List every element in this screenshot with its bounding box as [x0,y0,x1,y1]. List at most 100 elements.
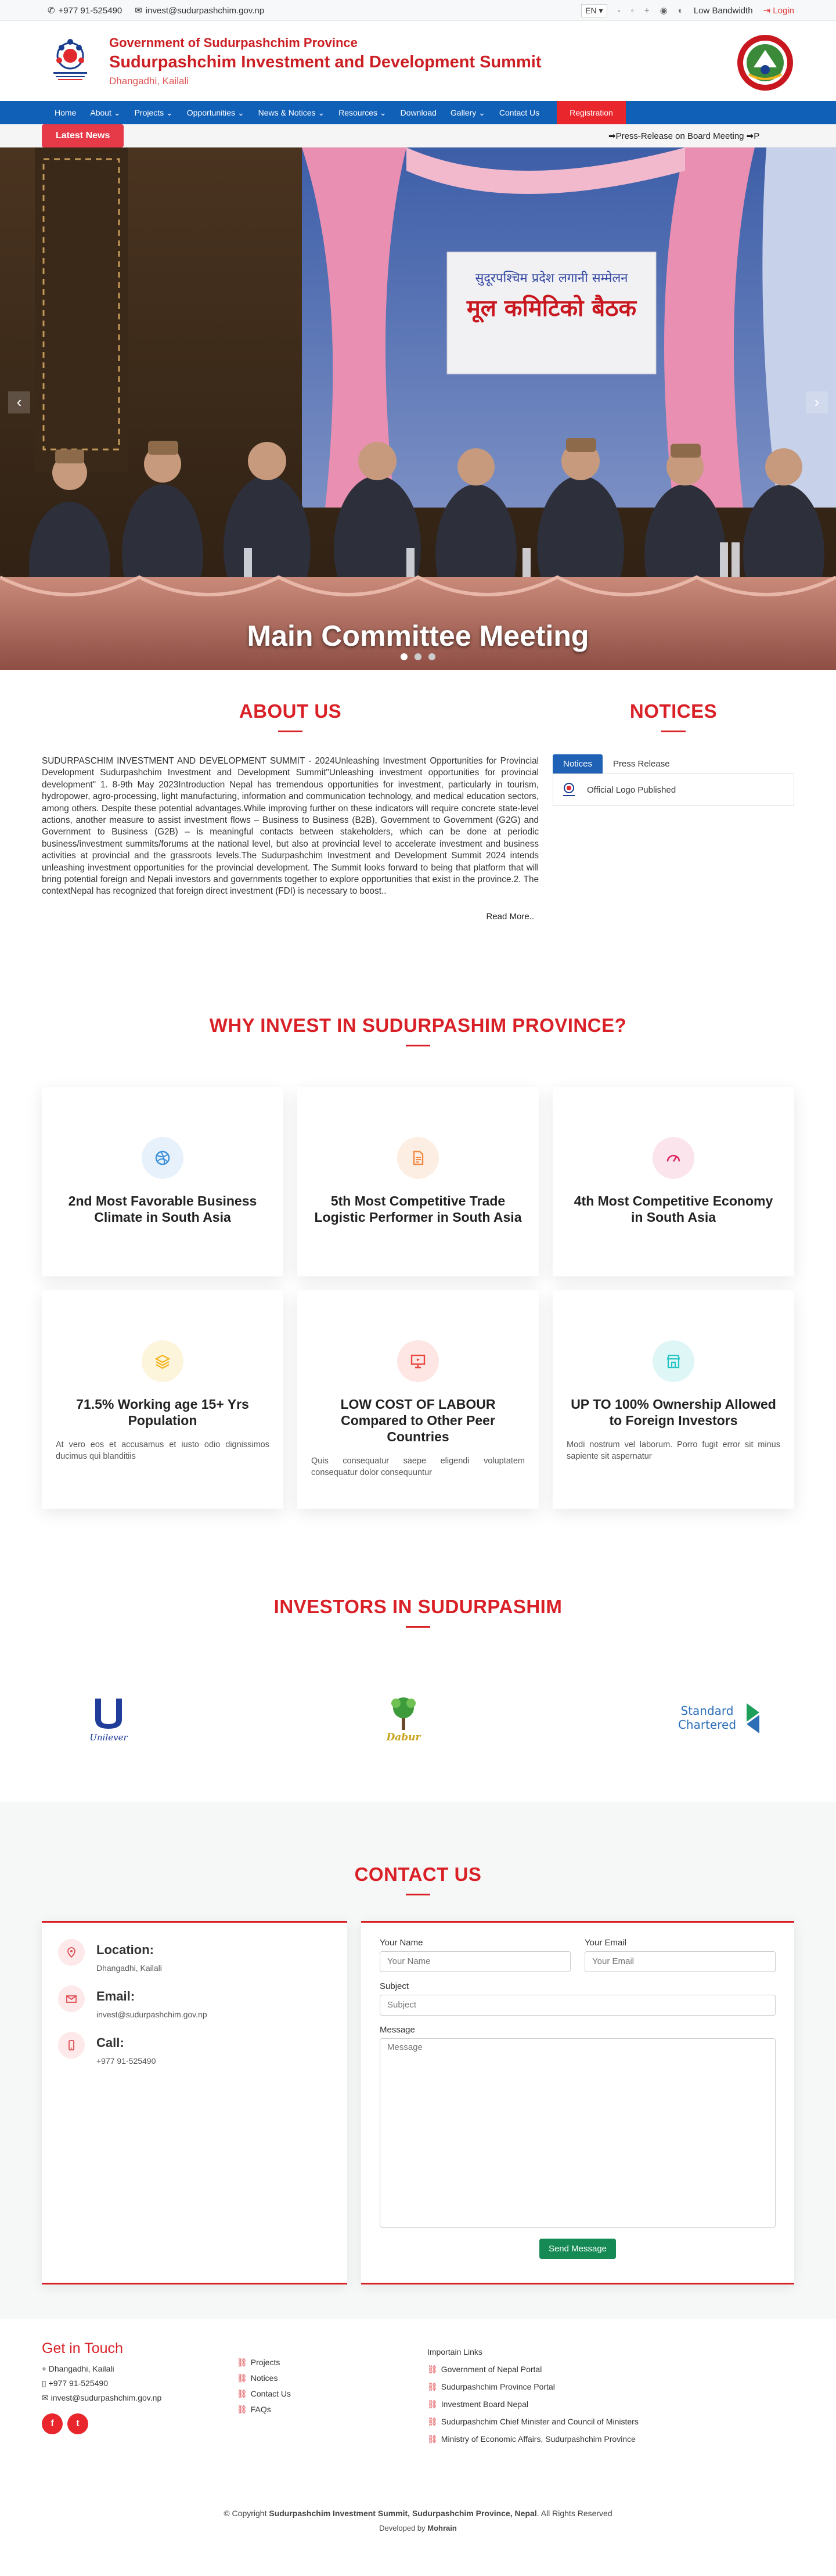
contact-form: Your Name Your Email Subject Message [361,1920,794,2284]
footer-link-projects[interactable]: ⛓ Projects [237,2358,427,2368]
call-value[interactable]: +977 91-525490 [96,2056,156,2066]
important-link[interactable]: ⛓ Government of Nepal Portal [427,2363,660,2375]
nav-download[interactable]: Download [394,101,444,124]
title-underline [406,1893,430,1895]
envelope-icon: ✉ [135,6,142,16]
investors-section: INVESTORS IN SUDURPASHIM Unilever Dabur … [42,1532,794,1761]
link-icon: ⛓ [427,2416,438,2426]
hero-banner-text: मूल कमिटिको बैठक [466,294,637,323]
nav-projects[interactable]: Projects ⌄ [128,101,180,124]
font-increase-icon[interactable]: + [644,6,650,16]
facebook-icon[interactable]: f [42,2413,63,2434]
title-underline [661,731,686,732]
send-message-button[interactable]: Send Message [539,2238,617,2259]
dabur-logo[interactable]: Dabur [377,1692,430,1744]
slider-dot[interactable] [428,653,436,660]
link-icon: ⛓ [427,2364,438,2374]
nav-about[interactable]: About ⌄ [83,101,127,124]
read-more-link[interactable]: Read More.. [42,912,539,922]
svg-text:Dabur: Dabur [386,1732,421,1743]
important-link[interactable]: ⛓ Sudurpashchim Chief Minister and Counci… [427,2416,660,2427]
font-reset-icon[interactable]: ◦ [631,6,634,16]
why-card-title: 2nd Most Favorable Business Climate in S… [68,1193,257,1225]
nav-news-notices[interactable]: News & Notices ⌄ [251,101,331,124]
important-link[interactable]: ⛓ Ministry of Economic Affairs, Sudurpash… [427,2433,660,2445]
dribbble-icon [142,1136,183,1179]
contact-title: CONTACT US [354,1863,482,1885]
footer-link-notices[interactable]: ⛓ Notices [237,2373,427,2383]
slider-next-button[interactable]: › [806,391,828,413]
title-underline [278,731,302,732]
footer-link-faqs[interactable]: ⛓ FAQs [237,2405,427,2415]
tab-press-release[interactable]: Press Release [603,754,680,773]
notice-title[interactable]: Official Logo Published [587,785,676,795]
language-select[interactable]: EN ▾ [581,3,607,17]
ticker-headline[interactable]: ➡Press-Release on Board Meeting ➡P [608,131,794,141]
important-links-title: Importain Links [427,2347,482,2356]
call-label: Call: [96,2035,124,2050]
nav-home[interactable]: Home [48,101,83,124]
notice-list-item[interactable]: Official Logo Published [553,773,794,806]
unilever-logo[interactable]: Unilever [82,1692,135,1744]
notice-tabs: Notices Press Release [553,754,794,773]
notices-title: NOTICES [629,700,718,722]
slider-dot[interactable] [400,653,408,660]
about-title: ABOUT US [239,700,342,722]
important-link[interactable]: ⛓ Sudurpashchim Province Portal [427,2381,660,2392]
svg-text:Unilever: Unilever [89,1732,128,1743]
nav-gallery[interactable]: Gallery ⌄ [444,101,492,124]
storefront-icon [653,1340,694,1382]
nav-opportunities[interactable]: Opportunities ⌄ [180,101,251,124]
developer-link[interactable]: Mohrain [427,2524,457,2532]
email-value[interactable]: invest@sudurpashchim.gov.np [96,2010,207,2019]
why-card-title: 71.5% Working age 15+ Yrs Population [76,1396,249,1428]
link-icon: ⛓ [427,2434,438,2444]
site-header: Government of Sudurpashchim Province Sud… [0,21,836,101]
investors-title: INVESTORS IN SUDURPASHIM [273,1595,563,1617]
footer-phone[interactable]: ▯ +977 91-525490 [42,2379,237,2388]
slider-prev-button[interactable]: ‹ [8,391,30,413]
svg-text:Standard: Standard [681,1704,734,1718]
phone-icon: ▯ [42,2378,46,2388]
subject-input[interactable] [380,1994,776,2016]
email-input[interactable] [585,1951,776,1972]
notice-thumbnail-icon [563,783,575,796]
top-bar: ✆ +977 91-525490 ✉ invest@sudurpashchim.… [0,0,836,21]
why-card-text: At vero eos et accusamus et iusto odio d… [56,1440,269,1461]
email-contact[interactable]: ✉ invest@sudurpashchim.gov.np [135,5,264,16]
name-input[interactable] [380,1951,571,1972]
contrast-icon[interactable]: ◐ [678,6,683,16]
title-underline [406,1044,430,1046]
important-link[interactable]: ⛓ Investment Board Nepal [427,2398,660,2410]
why-invest-title: WHY INVEST IN SUDURPASHIM PROVINCE? [209,1014,627,1036]
nav-resources[interactable]: Resources ⌄ [331,101,394,124]
speedometer-icon [653,1136,694,1179]
low-bandwidth-link[interactable]: Low Bandwidth [694,6,753,16]
why-card: 71.5% Working age 15+ Yrs Population At … [42,1290,283,1509]
footer-email[interactable]: ✉ invest@sudurpashchim.gov.np [42,2393,237,2403]
province-emblem [737,35,793,91]
phone-icon: ✆ [48,6,55,16]
why-card-text: Modi nostrum vel laborum. Porro fugit er… [567,1440,780,1461]
svg-text:Chartered: Chartered [678,1718,736,1732]
why-card-title: 4th Most Competitive Economy in South As… [574,1193,773,1225]
footer-link-contact[interactable]: ⛓ Contact Us [237,2389,427,2399]
phone-contact[interactable]: ✆ +977 91-525490 [48,5,122,16]
registration-button[interactable]: Registration [557,101,626,124]
location-value: Dhangadhi, Kailali [96,1963,162,1973]
notices-section: NOTICES Notices Press Release Official L… [553,700,794,922]
login-link[interactable]: ⇥ Login [763,5,794,16]
twitter-icon[interactable]: t [67,2413,88,2434]
summit-logo[interactable] [48,38,93,84]
contact-section: CONTACT US Location: Dhangadhi, Kailali [0,1801,836,2319]
nav-contact[interactable]: Contact Us [492,101,546,124]
slider-dot[interactable] [415,653,421,660]
contact-info-card: Location: Dhangadhi, Kailali Email: inve… [42,1920,347,2284]
tab-notices[interactable]: Notices [553,754,603,773]
eye-icon[interactable]: ◉ [660,5,668,16]
font-decrease-icon[interactable]: - [618,6,621,16]
site-title[interactable]: Sudurpashchim Investment and Development… [109,53,541,72]
standard-chartered-logo[interactable]: Standard Chartered [672,1697,771,1738]
message-textarea[interactable] [380,2038,776,2228]
latest-news-label: Latest News [42,124,124,147]
